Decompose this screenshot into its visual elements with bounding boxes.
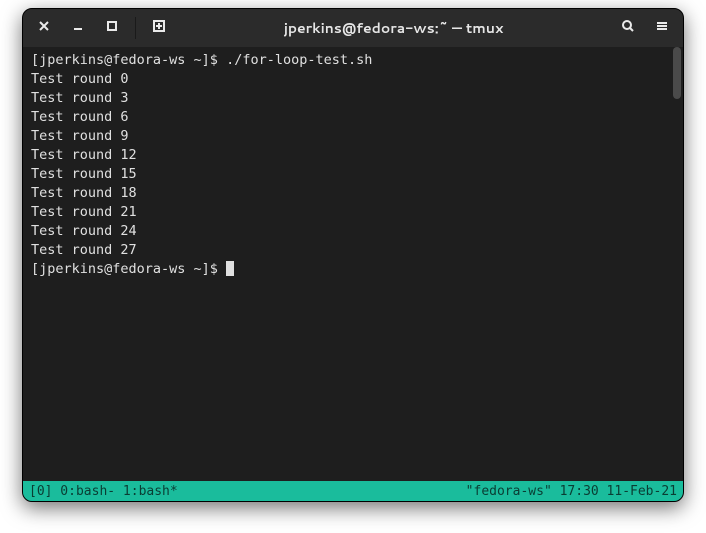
terminal-output: Test round 0Test round 3Test round 6Test… bbox=[31, 70, 675, 260]
prompt: [jperkins@fedora-ws ~]$ bbox=[31, 261, 226, 277]
search-button[interactable] bbox=[613, 13, 643, 43]
close-button[interactable] bbox=[29, 13, 59, 43]
new-tab-button[interactable] bbox=[144, 13, 174, 43]
search-icon bbox=[621, 18, 635, 38]
status-right: "fedora-ws" 17:30 11-Feb-21 bbox=[466, 484, 677, 499]
entered-command: ./for-loop-test.sh bbox=[226, 52, 372, 68]
titlebar-left-controls bbox=[29, 13, 174, 43]
output-line: Test round 27 bbox=[31, 241, 675, 260]
output-line: Test round 21 bbox=[31, 203, 675, 222]
close-icon bbox=[37, 18, 51, 38]
minimize-icon bbox=[71, 18, 85, 38]
status-left: [0] 0:bash- 1:bash* bbox=[29, 484, 466, 499]
prompt: [jperkins@fedora-ws ~]$ bbox=[31, 52, 226, 68]
maximize-button[interactable] bbox=[97, 13, 127, 43]
cursor bbox=[226, 261, 234, 276]
window-title: jperkins@fedora-ws:~ — tmux bbox=[174, 18, 613, 38]
tmux-statusbar: [0] 0:bash- 1:bash* "fedora-ws" 17:30 11… bbox=[23, 481, 683, 501]
output-line: Test round 6 bbox=[31, 108, 675, 127]
output-line: Test round 0 bbox=[31, 70, 675, 89]
hamburger-icon bbox=[655, 18, 669, 38]
scrollbar-thumb[interactable] bbox=[673, 47, 681, 99]
terminal-viewport[interactable]: [jperkins@fedora-ws ~]$ ./for-loop-test.… bbox=[23, 47, 683, 481]
maximize-icon bbox=[105, 18, 119, 38]
titlebar: jperkins@fedora-ws:~ — tmux bbox=[23, 9, 683, 47]
output-line: Test round 9 bbox=[31, 127, 675, 146]
output-line: Test round 18 bbox=[31, 184, 675, 203]
titlebar-separator bbox=[135, 17, 136, 39]
minimize-button[interactable] bbox=[63, 13, 93, 43]
idle-prompt-line: [jperkins@fedora-ws ~]$ bbox=[31, 260, 675, 279]
output-line: Test round 12 bbox=[31, 146, 675, 165]
output-line: Test round 15 bbox=[31, 165, 675, 184]
command-line: [jperkins@fedora-ws ~]$ ./for-loop-test.… bbox=[31, 51, 675, 70]
output-line: Test round 3 bbox=[31, 89, 675, 108]
new-tab-icon bbox=[152, 18, 166, 38]
terminal-window: jperkins@fedora-ws:~ — tmux [jperkins@fe… bbox=[22, 8, 684, 502]
menu-button[interactable] bbox=[647, 13, 677, 43]
output-line: Test round 24 bbox=[31, 222, 675, 241]
titlebar-right-controls bbox=[613, 13, 677, 43]
